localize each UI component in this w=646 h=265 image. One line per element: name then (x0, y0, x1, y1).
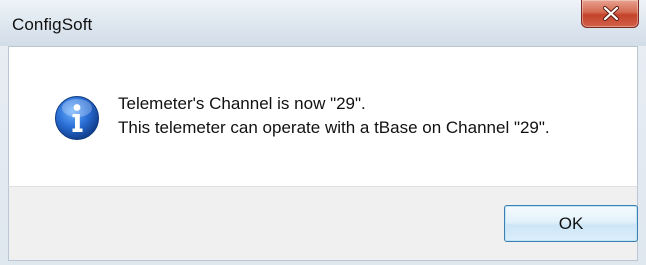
ok-button[interactable]: OK (504, 205, 638, 242)
button-area: OK (8, 186, 638, 261)
title-bar[interactable]: ConfigSoft (0, 0, 646, 46)
message-line-2: This telemeter can operate with a tBase … (118, 118, 550, 137)
close-icon (603, 6, 619, 21)
close-button[interactable] (581, 0, 639, 28)
dialog-window: ConfigSoft Telemeter's Channel is now "2… (0, 0, 646, 265)
window-title: ConfigSoft (12, 15, 93, 34)
dialog-content: Telemeter's Channel is now "29". This te… (8, 46, 638, 186)
message-text: Telemeter's Channel is now "29". This te… (118, 92, 550, 140)
message-line-1: Telemeter's Channel is now "29". (118, 94, 366, 113)
info-icon (55, 96, 99, 140)
